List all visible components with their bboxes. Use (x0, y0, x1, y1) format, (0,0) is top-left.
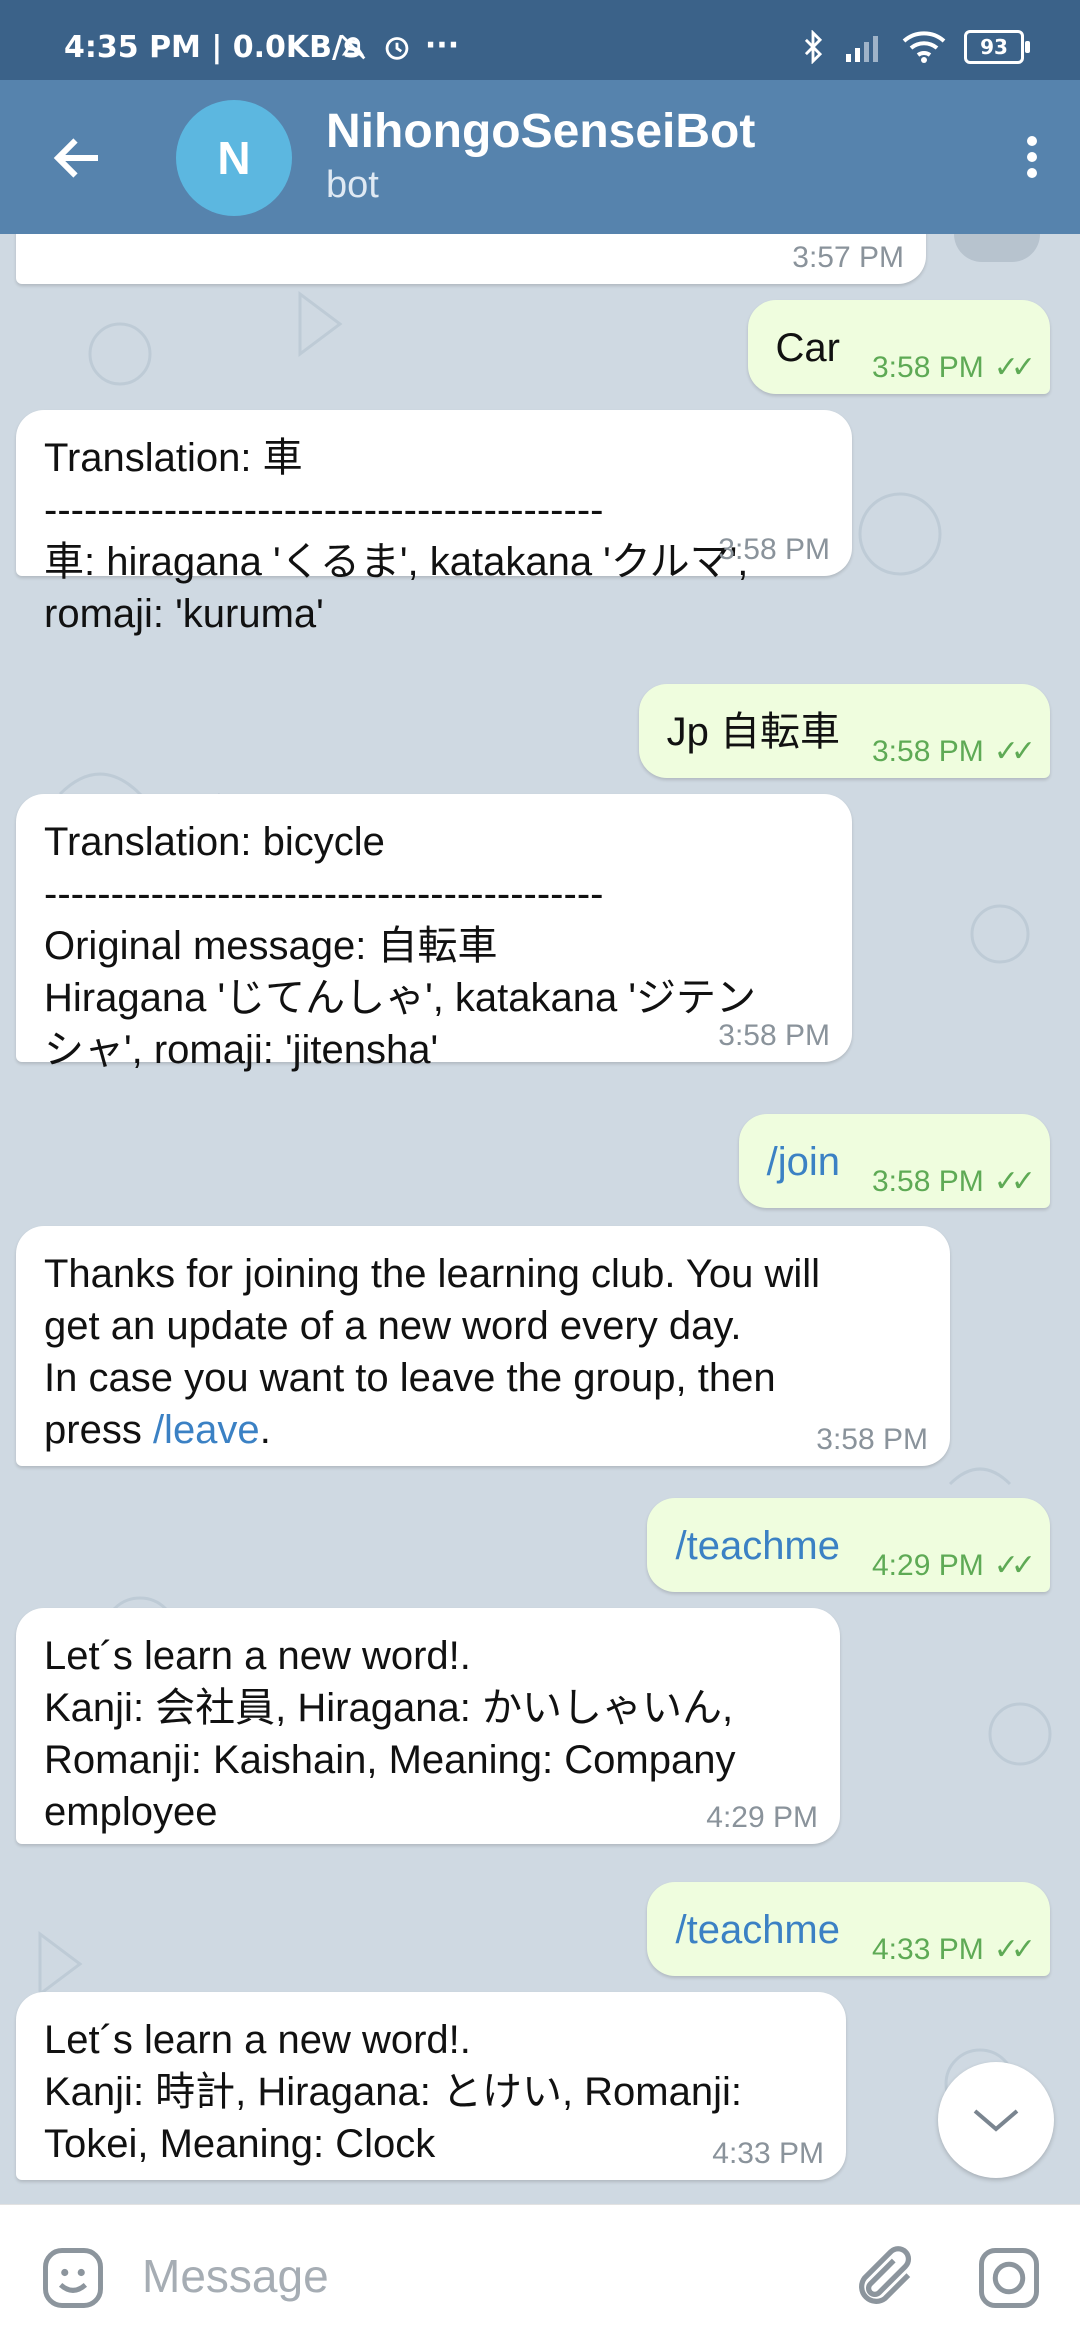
chevron-down-icon (973, 2109, 1019, 2132)
message-bubble-outgoing[interactable]: Jp 自転車 3:58 PM ✓✓ (638, 684, 1050, 778)
message-command-link[interactable]: /teachme (675, 1524, 840, 1568)
message-text: Translation: bicycle -------------------… (44, 820, 757, 1072)
message-text: Jp 自転車 (666, 710, 840, 754)
message-time: 3:58 PM (871, 1165, 984, 1198)
scroll-down-button[interactable] (938, 2062, 1054, 2178)
bell-off-icon (340, 34, 366, 59)
message-input[interactable] (140, 2235, 804, 2317)
alarm-icon (386, 36, 409, 60)
message-bubble-incoming[interactable]: Translation: bicycle -------------------… (16, 794, 852, 1072)
message-list[interactable]: 3:57 PM Car 3:58 PM ✓✓ Translation: 車 ---… (0, 234, 1080, 2204)
message-input-bar (0, 2204, 1080, 2341)
message-time: 3:58 PM (816, 1423, 928, 1456)
double-check-icon: ✓✓ (993, 1933, 1036, 1966)
avatar[interactable]: N (176, 100, 292, 216)
message-text: Let´s learn a new word!. Kanji: 時計, Hira… (44, 2018, 743, 2166)
message-bubble-incoming[interactable]: Thanks for joining the learning club. Yo… (16, 1226, 950, 1466)
double-check-icon: ✓✓ (993, 735, 1036, 768)
emoji-icon[interactable] (40, 2245, 106, 2311)
message-bubble-outgoing[interactable]: /join 3:58 PM ✓✓ (738, 1114, 1050, 1208)
message-time: 3:58 PM (871, 735, 984, 768)
double-check-icon: ✓✓ (993, 351, 1036, 384)
message-bubble-outgoing[interactable]: Car 3:58 PM ✓✓ (747, 300, 1050, 394)
leave-command-link[interactable]: /leave (153, 1408, 260, 1452)
message-time: 4:33 PM (712, 2137, 824, 2170)
paperclip-icon[interactable] (850, 2243, 920, 2313)
chat-title[interactable]: NihongoSenseiBot (326, 104, 755, 159)
chat-subtitle: bot (326, 164, 379, 206)
battery-indicator: 93 (964, 30, 1030, 64)
wifi-icon (902, 31, 946, 63)
message-time: 3:58 PM (871, 351, 984, 384)
message-text-end: . (259, 1408, 271, 1452)
more-options-icon[interactable] (1022, 130, 1042, 190)
message-time: 3:58 PM (718, 533, 830, 566)
status-notification-icons: ··· (336, 28, 459, 64)
double-check-icon: ✓✓ (993, 1165, 1036, 1198)
message-command-link[interactable]: /teachme (675, 1908, 840, 1952)
message-time: 4:29 PM (871, 1549, 984, 1582)
back-arrow-icon[interactable] (48, 128, 108, 188)
message-bubble-incoming[interactable]: 3:57 PM (16, 234, 926, 284)
message-bubble-incoming[interactable]: Let´s learn a new word!. Kanji: 時計, Hira… (16, 1992, 846, 2180)
signal-icon (846, 36, 878, 62)
status-right-icons: 93 (800, 30, 1030, 64)
message-time: 3:58 PM (718, 1019, 830, 1052)
message-bubble-incoming[interactable]: Translation: 車 -------------------------… (16, 410, 852, 636)
message-command-link[interactable]: /join (767, 1140, 840, 1184)
double-check-icon: ✓✓ (993, 1549, 1036, 1582)
status-more-dots: ··· (424, 28, 460, 63)
status-bar: 4:35 PM | 0.0KB/s ··· 93 (0, 0, 1080, 80)
message-text: Car (775, 326, 840, 370)
chat-header: N NihongoSenseiBot bot (0, 80, 1080, 234)
status-time: 4:35 PM | 0.0KB/s (64, 30, 361, 65)
message-bubble-outgoing[interactable]: /teachme 4:29 PM ✓✓ (647, 1498, 1050, 1592)
message-time: 4:33 PM (871, 1933, 984, 1966)
message-time: 3:57 PM (792, 241, 904, 274)
avatar-letter: N (217, 132, 251, 184)
message-text: Let´s learn a new word!. Kanji: 会社員, Hir… (44, 1634, 736, 1834)
bluetooth-icon (804, 30, 823, 64)
message-bubble-incoming[interactable]: Let´s learn a new word!. Kanji: 会社員, Hir… (16, 1608, 840, 1844)
message-time: 4:29 PM (706, 1801, 818, 1834)
message-bubble-outgoing[interactable]: /teachme 4:33 PM ✓✓ (647, 1882, 1050, 1976)
camera-icon[interactable] (976, 2245, 1042, 2311)
